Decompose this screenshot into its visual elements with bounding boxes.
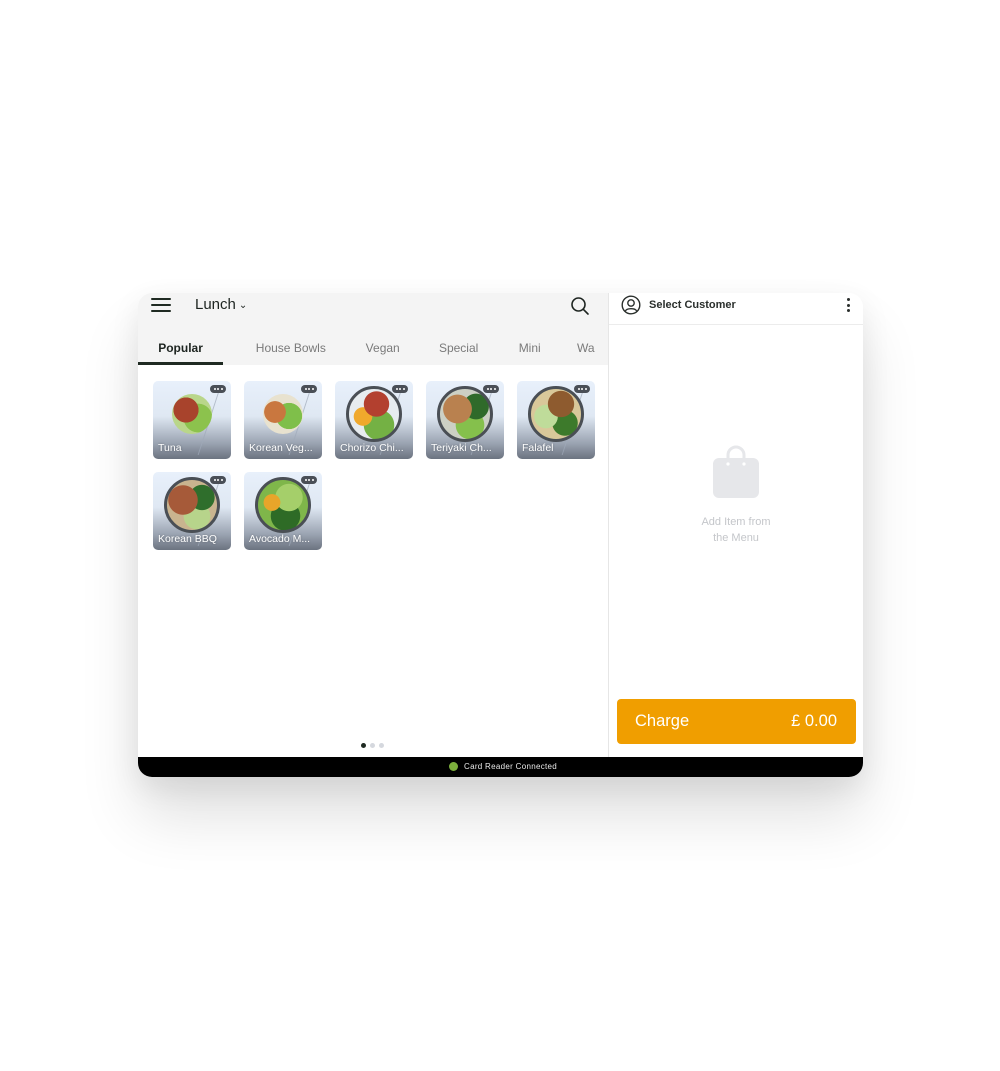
charge-button[interactable]: Charge £ 0.00 [617,699,856,744]
connected-indicator-icon [449,762,458,771]
item-label: Korean BBQ [158,533,217,545]
bowl-image [437,385,493,442]
menu-pane: Lunch ⌄ Popular House Bowls Vegan Specia… [138,293,608,757]
item-options-icon[interactable] [483,385,499,393]
page-dot-3[interactable] [379,743,384,748]
page-dot-2[interactable] [370,743,375,748]
bowl-image [528,385,584,442]
bowl-image [164,476,220,533]
item-label: Falafel [522,442,554,454]
item-grid: Tuna Korean Veg... Chorizo Chi... Teriya… [153,381,603,550]
item-tile-korean-veg[interactable]: Korean Veg... [244,381,322,459]
status-bar: Card Reader Connected [138,757,863,777]
customer-bar: Select Customer [609,293,863,325]
item-label: Tuna [158,442,182,454]
item-label: Chorizo Chi... [340,442,404,454]
empty-cart: Add Item from the Menu [609,443,863,546]
empty-cart-line-1: Add Item from [701,516,771,528]
item-tile-avocado[interactable]: Avocado M... [244,472,322,550]
item-options-icon[interactable] [392,385,408,393]
card-reader-status: Card Reader Connected [449,762,557,771]
tab-popular[interactable]: Popular [138,333,224,365]
page-indicator [361,743,384,748]
item-label: Teriyaki Ch... [431,442,492,454]
tab-truncated[interactable]: Wa [549,333,608,365]
chevron-down-icon: ⌄ [238,300,248,311]
bowl-image [346,385,402,442]
menu-selector[interactable]: Lunch ⌄ [195,296,247,313]
item-tile-tuna[interactable]: Tuna [153,381,231,459]
empty-cart-message: Add Item from the Menu [609,514,863,546]
item-options-icon[interactable] [210,385,226,393]
shopping-bag-icon [713,445,759,498]
tab-special[interactable]: Special [407,333,510,365]
tab-mini[interactable]: Mini [510,333,549,365]
menu-header: Lunch ⌄ Popular House Bowls Vegan Specia… [138,293,608,365]
charge-amount: £ 0.00 [791,712,837,730]
bowl-image [255,476,311,533]
search-icon[interactable] [570,296,590,316]
item-options-icon[interactable] [301,476,317,484]
empty-cart-line-2: the Menu [713,532,759,544]
item-label: Avocado M... [249,533,311,545]
item-tile-falafel[interactable]: Falafel [517,381,595,459]
status-text: Card Reader Connected [464,762,558,771]
item-tile-teriyaki-chicken[interactable]: Teriyaki Ch... [426,381,504,459]
cart-pane: Select Customer Add Item from the Menu C… [609,293,863,757]
menu-name: Lunch [195,296,236,313]
item-tile-korean-bbq[interactable]: Korean BBQ [153,472,231,550]
kebab-menu-icon[interactable] [846,298,850,312]
bowl-image [172,393,212,434]
tab-vegan[interactable]: Vegan [359,333,407,365]
hamburger-menu-icon[interactable] [151,298,171,314]
item-tile-chorizo-chicken[interactable]: Chorizo Chi... [335,381,413,459]
tab-house-bowls[interactable]: House Bowls [223,333,358,365]
item-label: Korean Veg... [249,442,313,454]
user-circle-icon[interactable] [621,295,641,315]
item-options-icon[interactable] [574,385,590,393]
pos-device-screen: Lunch ⌄ Popular House Bowls Vegan Specia… [138,293,863,777]
select-customer-button[interactable]: Select Customer [649,299,736,311]
charge-label: Charge [635,712,690,730]
page-dot-1[interactable] [361,743,366,748]
bowl-image [263,393,303,434]
item-options-icon[interactable] [210,476,226,484]
item-options-icon[interactable] [301,385,317,393]
category-tabs: Popular House Bowls Vegan Special Mini W… [138,333,608,365]
